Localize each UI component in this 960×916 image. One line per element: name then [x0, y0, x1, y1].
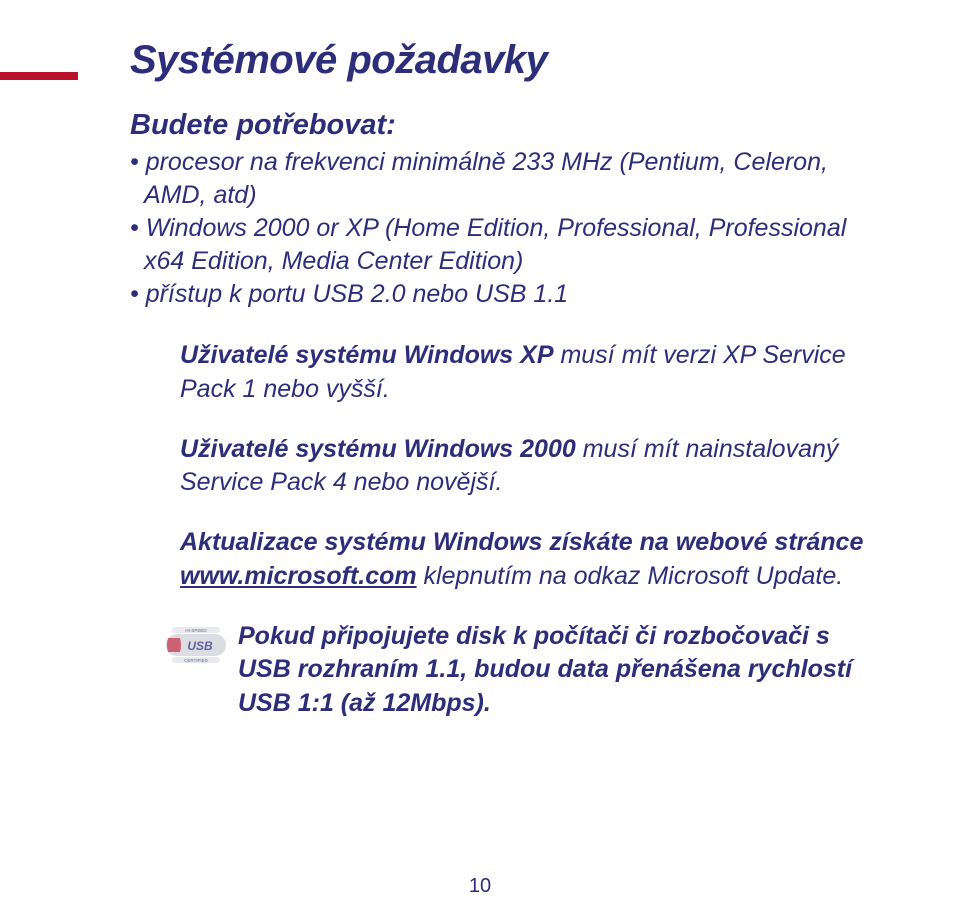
microsoft-link[interactable]: www.microsoft.com: [180, 562, 417, 590]
note-update-tail: .: [836, 562, 843, 590]
list-item: procesor na frekvenci minimálně 233 MHz …: [130, 146, 890, 212]
note-update-lead: Aktualizace systému Windows získáte na w…: [180, 528, 863, 556]
note-update: Aktualizace systému Windows získáte na w…: [180, 526, 870, 594]
usb-certified-icon: USB HI-SPEED CERTIFIED: [166, 624, 226, 671]
accent-bar: [0, 72, 78, 80]
page-title: Systémové požadavky: [130, 38, 890, 83]
note-update-tail-bold: Microsoft Update: [647, 562, 836, 590]
list-item: přístup k portu USB 2.0 nebo USB 1.1: [130, 278, 890, 311]
requirements-list: procesor na frekvenci minimálně 233 MHz …: [130, 146, 890, 311]
usb-top-text: HI-SPEED: [185, 628, 207, 633]
note-2000-lead: Uživatelé systému Windows 2000: [180, 435, 576, 463]
usb-sub-text: CERTIFIED: [184, 658, 208, 663]
list-item: Windows 2000 or XP (Home Edition, Profes…: [130, 212, 890, 278]
usb-main-text: USB: [187, 639, 213, 653]
need-heading: Budete potřebovat:: [130, 109, 890, 142]
page-number: 10: [0, 875, 960, 898]
note-xp-lead: Uživatelé systému Windows XP: [180, 341, 554, 369]
note-2000: Uživatelé systému Windows 2000 musí mít …: [180, 433, 870, 501]
note-update-mid: klepnutím na odkaz: [417, 562, 648, 590]
usb-note: Pokud připojujete disk k počítači či roz…: [238, 620, 870, 721]
usb-note-row: USB HI-SPEED CERTIFIED Pokud připojujete…: [180, 620, 870, 721]
note-xp: Uživatelé systému Windows XP musí mít ve…: [180, 339, 870, 407]
